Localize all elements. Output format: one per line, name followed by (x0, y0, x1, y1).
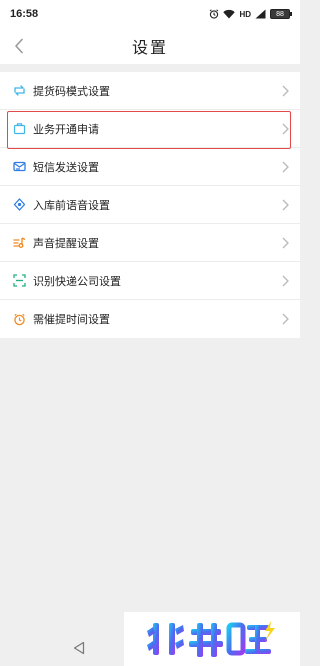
status-time: 16:58 (10, 8, 39, 20)
chevron-right-icon (280, 84, 290, 98)
voice-icon (12, 198, 26, 212)
settings-item-label: 声音提醒设置 (33, 236, 99, 250)
chevron-right-icon (280, 122, 290, 136)
signal-icon (255, 9, 266, 19)
network-type-label: HD (239, 9, 251, 19)
battery-icon: 88 (270, 9, 292, 19)
back-button[interactable] (6, 32, 32, 60)
status-bar: 16:58 HD 88 (0, 0, 300, 28)
settings-item-label: 提货码模式设置 (33, 84, 110, 98)
pickup-code-icon (12, 84, 26, 98)
triangle-back-icon (73, 641, 85, 655)
status-icons: HD 88 (209, 9, 292, 19)
settings-item-courier-recognition[interactable]: 识别快递公司设置 (0, 262, 300, 300)
settings-item-label: 识别快递公司设置 (33, 274, 121, 288)
settings-item-label: 短信发送设置 (33, 160, 99, 174)
settings-item-sms[interactable]: 短信发送设置 (0, 148, 300, 186)
sound-icon (12, 236, 26, 250)
nav-back-button[interactable] (72, 640, 86, 656)
sms-icon (12, 160, 26, 174)
chevron-left-icon (15, 38, 23, 54)
settings-item-sound-reminder[interactable]: 声音提醒设置 (0, 224, 300, 262)
settings-screen: 16:58 HD 88 设置 提货码模式设置 业务开通申请 短信发送设置 入库前… (0, 0, 300, 666)
wifi-icon (223, 9, 236, 19)
alarm-icon (12, 312, 26, 326)
watermark-logo (124, 612, 300, 666)
settings-item-label: 业务开通申请 (33, 122, 99, 136)
chevron-right-icon (280, 236, 290, 250)
alarm-clock-icon (209, 9, 219, 19)
header: 设置 (0, 28, 300, 64)
settings-item-business-application[interactable]: 业务开通申请 (0, 110, 300, 149)
chevron-right-icon (280, 160, 290, 174)
business-icon (12, 122, 26, 136)
settings-item-urge-pickup-time[interactable]: 需催提时间设置 (0, 300, 300, 338)
settings-list: 提货码模式设置 业务开通申请 短信发送设置 入库前语音设置 声音提醒设置 识别快… (0, 72, 300, 338)
chevron-right-icon (280, 274, 290, 288)
settings-item-pickup-code-mode[interactable]: 提货码模式设置 (0, 72, 300, 110)
page-title: 设置 (131, 38, 168, 57)
settings-item-label: 需催提时间设置 (33, 313, 110, 326)
chevron-right-icon (280, 198, 290, 212)
settings-item-label: 入库前语音设置 (33, 198, 110, 212)
chevron-right-icon (280, 312, 290, 326)
settings-item-voice-before-storage[interactable]: 入库前语音设置 (0, 186, 300, 224)
scan-icon (12, 274, 26, 288)
